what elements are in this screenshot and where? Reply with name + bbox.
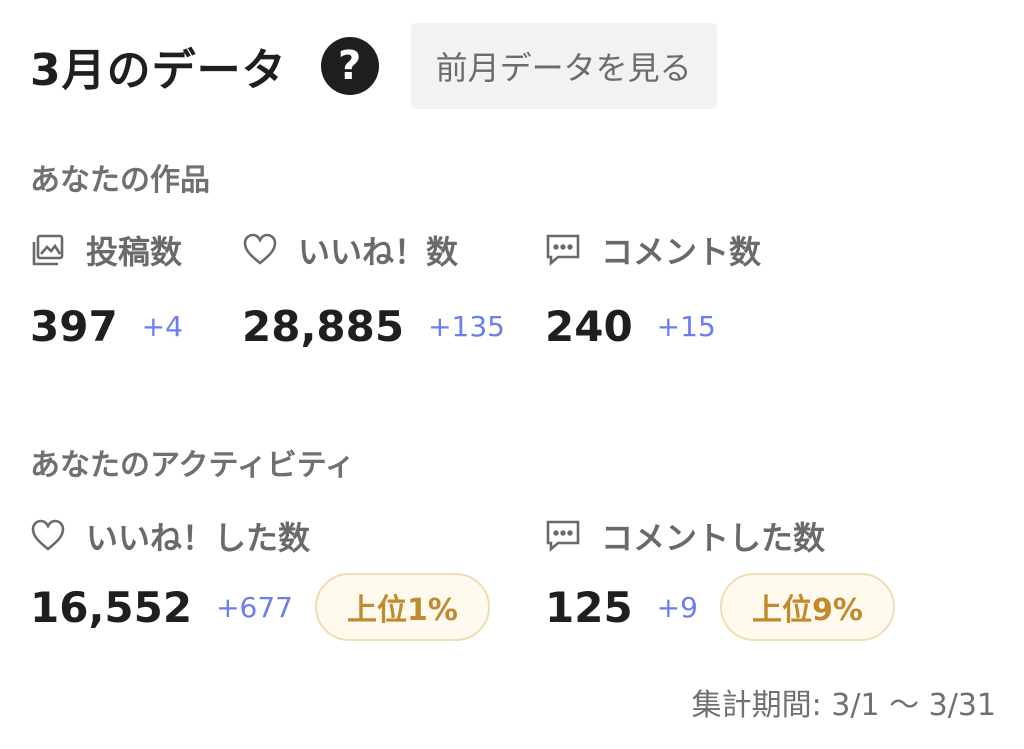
help-icon[interactable]: ? — [320, 37, 379, 95]
comment-icon — [545, 518, 581, 554]
likes-given-label: いいね！した数 — [86, 519, 311, 557]
header: 3月のデータ ? 前月データを見る — [30, 22, 717, 110]
activity-section-title: あなたのアクティビティ — [30, 448, 355, 483]
gallery-icon — [30, 232, 66, 268]
heart-icon — [30, 518, 66, 554]
comments-given-label: コメントした数 — [601, 519, 826, 557]
comments-delta: +15 — [656, 309, 716, 343]
prev-month-button[interactable]: 前月データを見る — [410, 23, 717, 109]
likes-given-stat: いいね！した数 16,552 +677 上位1% — [30, 514, 490, 642]
comments-value: 240 — [545, 301, 633, 351]
comments-given-stat: コメントした数 125 +9 上位9% — [545, 514, 895, 642]
likes-delta: +135 — [428, 309, 505, 343]
page-title: 3月のデータ — [30, 45, 287, 96]
likes-stat: いいね！数 28,885 +135 — [242, 228, 505, 354]
posts-stat: 投稿数 397 +4 — [30, 228, 183, 354]
comments-given-delta: +9 — [656, 590, 698, 624]
posts-delta: +4 — [141, 309, 183, 343]
comments-stat: コメント数 240 +15 — [545, 228, 761, 354]
rank-badge: 上位9% — [719, 573, 895, 641]
heart-icon — [242, 232, 278, 268]
comments-label: コメント数 — [601, 233, 762, 271]
comments-given-value: 125 — [545, 582, 633, 632]
posts-value: 397 — [30, 301, 118, 351]
likes-value: 28,885 — [242, 301, 405, 351]
rank-badge: 上位1% — [314, 573, 490, 641]
posts-label: 投稿数 — [86, 233, 183, 271]
likes-label: いいね！数 — [298, 233, 459, 271]
works-section-title: あなたの作品 — [30, 163, 210, 198]
likes-given-value: 16,552 — [30, 582, 193, 632]
aggregation-period: 集計期間: 3/1 〜 3/31 — [691, 688, 996, 723]
likes-given-delta: +677 — [216, 590, 293, 624]
comment-icon — [545, 232, 581, 268]
